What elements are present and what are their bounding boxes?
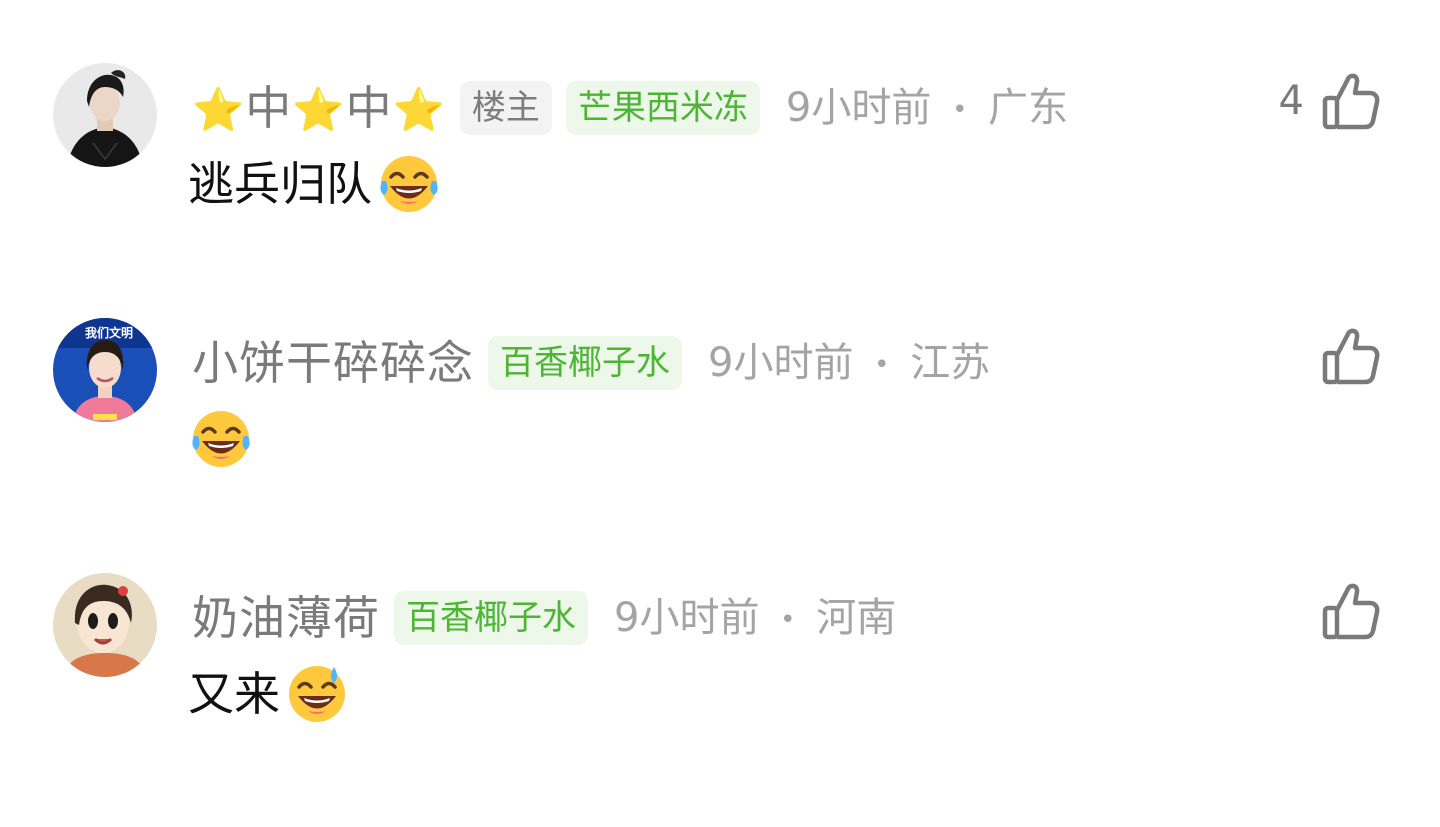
avatar[interactable]: 我们文明 bbox=[53, 318, 157, 422]
star-icon: ⭐ bbox=[392, 85, 446, 134]
comment-item: 我们文明 小饼干碎碎念 百香椰子水 9小时前 • 江苏 bbox=[0, 318, 1440, 558]
star-icon: ⭐ bbox=[292, 85, 346, 134]
separator-dot: • bbox=[780, 605, 796, 635]
comment-content: 逃兵归队 bbox=[188, 151, 442, 217]
avatar[interactable] bbox=[53, 63, 157, 167]
timestamp: 9小时前 bbox=[614, 595, 760, 641]
comment-item: 奶油薄荷 百香椰子水 9小时前 • 河南 又来 bbox=[0, 573, 1440, 813]
separator-dot: • bbox=[952, 95, 968, 125]
comment-text: 又来 bbox=[188, 667, 280, 721]
comment-content bbox=[188, 406, 254, 472]
username-text: 中 bbox=[345, 81, 393, 135]
timestamp-location: 9小时前 • 河南 bbox=[614, 598, 896, 638]
fan-badge[interactable]: 芒果西米冻 bbox=[565, 81, 760, 135]
comment-meta: ⭐中⭐中⭐ 楼主 芒果西米冻 9小时前 • 广东 bbox=[192, 75, 1068, 141]
avatar-cartoon-girl-icon bbox=[53, 573, 157, 677]
thumbs-up-icon bbox=[1322, 73, 1380, 130]
username[interactable]: ⭐中⭐中⭐ bbox=[192, 85, 446, 131]
like-button[interactable] bbox=[1304, 579, 1380, 643]
username[interactable]: 奶油薄荷 bbox=[192, 595, 380, 641]
star-icon: ⭐ bbox=[192, 85, 246, 134]
thumbs-up-icon bbox=[1322, 583, 1380, 640]
like-button[interactable]: 4 bbox=[1279, 69, 1380, 133]
tears-of-joy-emoji-icon bbox=[188, 406, 254, 472]
grinning-sweat-emoji-icon bbox=[284, 661, 350, 727]
comment-meta: 小饼干碎碎念 百香椰子水 9小时前 • 江苏 bbox=[192, 330, 990, 396]
location: 广东 bbox=[988, 85, 1069, 131]
location: 江苏 bbox=[910, 340, 991, 386]
fan-badge[interactable]: 百香椰子水 bbox=[394, 591, 588, 645]
timestamp: 9小时前 bbox=[785, 85, 932, 131]
comment-item: ⭐中⭐中⭐ 楼主 芒果西米冻 9小时前 • 广东 4 逃兵归队 bbox=[0, 63, 1440, 303]
timestamp: 9小时前 bbox=[708, 340, 854, 386]
separator-dot: • bbox=[874, 350, 890, 380]
location: 河南 bbox=[816, 595, 897, 641]
comment-meta: 奶油薄荷 百香椰子水 9小时前 • 河南 bbox=[192, 585, 896, 651]
like-button[interactable] bbox=[1304, 324, 1380, 388]
username[interactable]: 小饼干碎碎念 bbox=[192, 340, 474, 386]
username-text: 中 bbox=[245, 81, 293, 135]
timestamp-location: 9小时前 • 广东 bbox=[786, 88, 1068, 128]
thumbs-up-icon bbox=[1322, 328, 1380, 385]
like-count: 4 bbox=[1278, 78, 1304, 124]
tears-of-joy-emoji-icon bbox=[376, 151, 442, 217]
fan-badge[interactable]: 百香椰子水 bbox=[488, 336, 682, 390]
owner-badge: 楼主 bbox=[459, 81, 552, 135]
timestamp-location: 9小时前 • 江苏 bbox=[708, 343, 990, 383]
avatar[interactable] bbox=[53, 573, 157, 677]
comment-content: 又来 bbox=[188, 661, 350, 727]
avatar-caption: 我们文明 bbox=[85, 326, 134, 340]
comment-text: 逃兵归队 bbox=[188, 157, 372, 211]
avatar-dark-outfit-icon bbox=[53, 63, 157, 167]
